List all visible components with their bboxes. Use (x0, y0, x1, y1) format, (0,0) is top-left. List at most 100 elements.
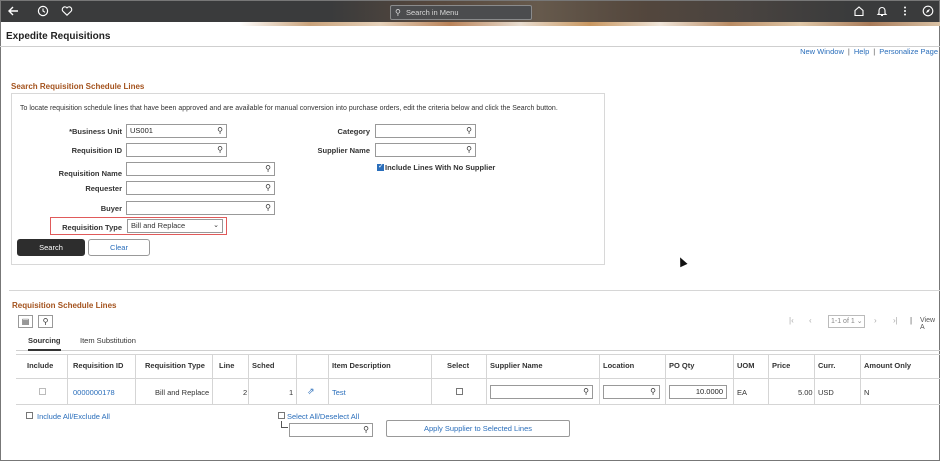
menu-search-placeholder: Search in Menu (406, 8, 459, 17)
business-unit-value: US001 (130, 126, 153, 135)
col-sep (599, 354, 600, 404)
col-select: Select (447, 361, 470, 370)
view-all-link[interactable]: View A (920, 317, 940, 331)
buyer-lookup-icon[interactable]: ⚲ (265, 202, 271, 214)
col-sep (328, 354, 329, 404)
requisition-name-lookup-icon[interactable]: ⚲ (265, 163, 271, 175)
col-include: Include (27, 361, 54, 370)
col-po-qty: PO Qty (669, 361, 695, 370)
include-no-supplier-label: Include Lines With No Supplier (385, 163, 496, 172)
category-lookup-icon[interactable]: ⚲ (466, 125, 472, 137)
requisition-type-value: Bill and Replace (131, 221, 186, 230)
include-all-checkbox[interactable] (26, 412, 33, 419)
requisition-name-label: Requisition Name (58, 169, 122, 178)
new-window-link[interactable]: New Window (800, 47, 844, 56)
include-all-label[interactable]: Include All/Exclude All (37, 412, 110, 421)
col-supplier-name: Supplier Name (490, 361, 543, 370)
row-amount-only: N (864, 388, 870, 397)
requisition-type-label: Requisition Type (62, 223, 122, 232)
schedule-details-icon[interactable]: ⇗ (307, 386, 315, 397)
help-link[interactable]: Help (854, 47, 869, 56)
page-range-value: 1-1 of 1 (831, 318, 855, 325)
select-all-label[interactable]: Select All/Deselect All (287, 412, 359, 421)
col-sep (248, 354, 249, 404)
select-row-checkbox[interactable] (456, 388, 463, 395)
supplier-name-lookup-icon[interactable]: ⚲ (466, 144, 472, 156)
col-sep (135, 354, 136, 404)
clear-button[interactable]: Clear (88, 239, 150, 256)
col-amount-only: Amount Only (864, 361, 912, 370)
row-po-qty-field[interactable]: 10.0000 (669, 385, 727, 399)
top-navigation-bar: ⚲ Search in Menu (1, 1, 939, 22)
col-sep (296, 354, 297, 404)
select-all-checkbox[interactable] (278, 412, 285, 419)
col-sep (212, 354, 213, 404)
requisition-type-select[interactable]: Bill and Replace ⌄ (127, 219, 223, 233)
next-page-icon[interactable]: › (874, 316, 877, 325)
tree-connector (281, 421, 288, 428)
requisition-id-field[interactable]: ⚲ (126, 143, 227, 157)
compass-icon[interactable] (921, 5, 935, 19)
buyer-field[interactable]: ⚲ (126, 201, 275, 215)
home-icon[interactable] (852, 5, 866, 19)
col-requisition-type: Requisition Type (145, 361, 205, 370)
grid-search-icon[interactable]: ⚲ (38, 315, 53, 328)
category-field[interactable]: ⚲ (375, 124, 476, 138)
col-line: Line (219, 361, 235, 370)
apply-supplier-field[interactable]: ⚲ (289, 423, 373, 437)
requisition-id-link[interactable]: 0000000178 (73, 388, 115, 397)
business-unit-field[interactable]: US001 ⚲ (126, 124, 227, 138)
requester-label: Requester (85, 184, 122, 193)
chevron-down-icon: ⌄ (213, 222, 219, 229)
business-unit-lookup-icon[interactable]: ⚲ (217, 125, 223, 137)
section-divider (9, 290, 940, 291)
lines-section-title: Requisition Schedule Lines (12, 301, 117, 310)
category-label: Category (337, 127, 370, 136)
row-price: 5.00 (798, 388, 813, 397)
favorites-heart-icon[interactable] (60, 5, 74, 19)
apply-supplier-button[interactable]: Apply Supplier to Selected Lines (386, 420, 570, 437)
menu-search-input[interactable]: ⚲ Search in Menu (390, 5, 532, 20)
first-page-icon[interactable]: |‹ (789, 316, 794, 325)
include-no-supplier-checkbox[interactable] (377, 162, 384, 171)
decorative-ribbon (240, 22, 940, 26)
apply-supplier-lookup-icon[interactable]: ⚲ (363, 424, 369, 436)
business-unit-label: *Business Unit (69, 127, 122, 136)
page-range-select[interactable]: 1-1 of 1 ⌄ (828, 315, 865, 328)
more-vertical-icon[interactable] (898, 5, 912, 19)
bell-icon[interactable] (875, 5, 889, 19)
last-page-icon[interactable]: ›| (893, 316, 898, 325)
back-arrow-icon[interactable] (6, 5, 20, 19)
row-uom: EA (737, 388, 748, 397)
col-location: Location (603, 361, 635, 370)
page-links: New Window | Help | Personalize Page (800, 47, 938, 56)
col-requisition-id: Requisition ID (73, 361, 124, 370)
previous-page-icon[interactable]: ‹ (809, 316, 812, 325)
location-lookup-icon[interactable]: ⚲ (650, 386, 656, 398)
search-button[interactable]: Search (17, 239, 85, 256)
pager-divider: | (910, 316, 913, 325)
row-supplier-name-field[interactable]: ⚲ (490, 385, 593, 399)
history-icon[interactable] (36, 5, 50, 19)
row-line: 2 (243, 388, 248, 397)
col-sep (733, 354, 734, 404)
row-sched: 1 (289, 388, 294, 397)
requisition-id-label: Requisition ID (71, 146, 122, 155)
supplier-lookup-icon[interactable]: ⚲ (583, 386, 589, 398)
requisition-name-field[interactable]: ⚲ (126, 162, 275, 176)
tab-item-substitution[interactable]: Item Substitution (80, 336, 136, 345)
tab-sourcing[interactable]: Sourcing (28, 336, 61, 351)
include-row-checkbox[interactable] (39, 388, 46, 395)
supplier-name-field[interactable]: ⚲ (375, 143, 476, 157)
personalize-grid-icon[interactable]: ▤ (18, 315, 33, 328)
requisition-id-lookup-icon[interactable]: ⚲ (217, 144, 223, 156)
col-curr: Curr. (818, 361, 836, 370)
row-location-field[interactable]: ⚲ (603, 385, 660, 399)
item-description-link[interactable]: Test (332, 388, 346, 397)
requester-field[interactable]: ⚲ (126, 181, 275, 195)
personalize-page-link[interactable]: Personalize Page (879, 47, 938, 56)
col-sched: Sched (252, 361, 275, 370)
search-instructions: To locate requisition schedule lines tha… (20, 105, 558, 112)
requester-lookup-icon[interactable]: ⚲ (265, 182, 271, 194)
row-requisition-type: Bill and Replace (155, 388, 210, 397)
